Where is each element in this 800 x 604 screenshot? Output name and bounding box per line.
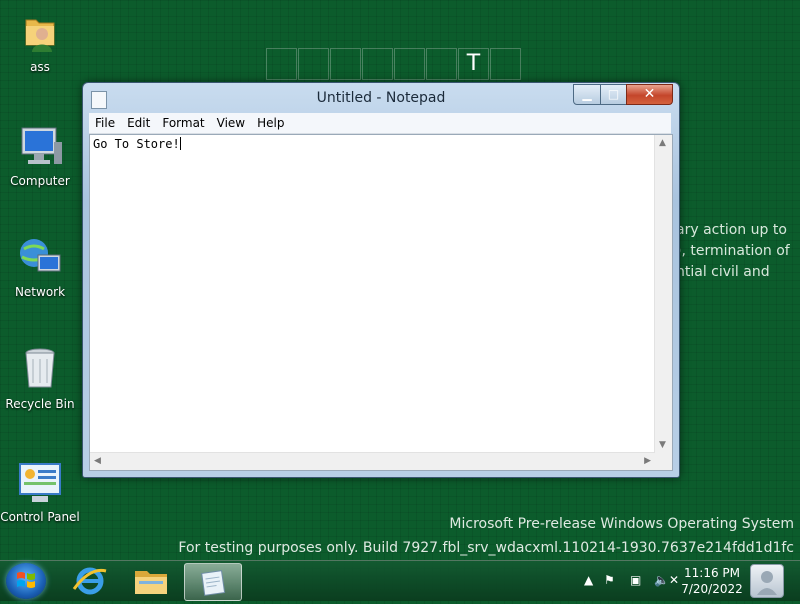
tile-letter: T — [458, 48, 489, 80]
desktop-icon-label: Control Panel — [0, 510, 80, 524]
system-clock[interactable]: 11:16 PM 7/20/2022 — [676, 565, 748, 597]
notepad-icon — [201, 570, 226, 596]
desktop-icon-control-panel[interactable]: Control Panel — [0, 458, 80, 524]
desktop-icon-user-folder[interactable]: ass — [0, 8, 80, 74]
network-status-icon[interactable]: ▣ — [630, 573, 641, 587]
vertical-scrollbar[interactable]: ▲ ▼ — [654, 135, 672, 453]
scroll-right-icon[interactable]: ▶ — [644, 456, 651, 466]
tile — [490, 48, 521, 80]
menu-view[interactable]: View — [211, 113, 251, 130]
desktop-icon-computer[interactable]: Computer — [0, 122, 80, 188]
user-icon — [757, 571, 777, 595]
internet-explorer-icon — [72, 567, 107, 595]
network-icon — [16, 233, 64, 281]
desktop-icon-label: Recycle Bin — [5, 397, 75, 411]
tile — [362, 48, 393, 80]
menu-bar: File Edit Format View Help — [89, 113, 671, 134]
background-text-line: ntial civil and — [676, 264, 770, 280]
background-text-line: ary action up to — [676, 222, 787, 238]
menu-file[interactable]: File — [89, 113, 121, 130]
desktop-icon-label: Computer — [10, 174, 70, 188]
notepad-window[interactable]: Untitled - Notepad ▁ □ ✕ File Edit Format V… — [82, 82, 680, 478]
background-text-line: ), termination of — [676, 243, 790, 259]
minimize-button[interactable]: ▁ — [573, 84, 601, 105]
explorer-taskbar-button[interactable] — [123, 563, 179, 599]
tile — [330, 48, 361, 80]
scroll-up-icon[interactable]: ▲ — [659, 138, 666, 148]
desktop-icon-label: Network — [14, 285, 66, 299]
watermark-line-1: Microsoft Pre-release Windows Operating … — [449, 516, 794, 532]
scroll-left-icon[interactable]: ◀ — [94, 456, 101, 466]
editor-content: Go To Store! — [93, 137, 180, 151]
folder-icon — [135, 571, 167, 594]
user-avatar[interactable] — [750, 564, 784, 598]
menu-edit[interactable]: Edit — [121, 113, 156, 130]
clock-time: 11:16 PM — [684, 566, 740, 580]
show-hidden-icons-icon[interactable]: ▲ — [584, 573, 593, 587]
notepad-taskbar-button[interactable] — [184, 563, 242, 601]
size-grip[interactable] — [655, 453, 672, 470]
tile — [426, 48, 457, 80]
taskbar: ▲ ⚑ ▣ 🔈✕ 11:16 PM 7/20/2022 — [0, 560, 800, 601]
close-icon: ✕ — [643, 86, 656, 102]
desktop-icon-recycle-bin[interactable]: Recycle Bin — [0, 345, 80, 411]
action-center-flag-icon[interactable]: ⚑ — [604, 573, 615, 587]
horizontal-scrollbar[interactable]: ◀ ▶ — [90, 452, 655, 470]
menu-format[interactable]: Format — [156, 113, 210, 130]
windows-logo-icon — [17, 572, 35, 588]
tile — [394, 48, 425, 80]
close-button[interactable]: ✕ — [626, 84, 673, 105]
menu-help[interactable]: Help — [251, 113, 290, 130]
maximize-button[interactable]: □ — [600, 84, 627, 105]
watermark-line-2: For testing purposes only. Build 7927.fb… — [178, 540, 794, 556]
computer-icon — [16, 122, 64, 170]
recycle-bin-icon — [16, 345, 64, 393]
user-folder-icon — [16, 8, 64, 56]
text-caret — [179, 137, 181, 150]
start-button[interactable] — [6, 563, 46, 599]
maximize-icon: □ — [607, 87, 620, 101]
internet-explorer-taskbar-button[interactable] — [62, 563, 118, 599]
tile — [266, 48, 297, 80]
scroll-down-icon[interactable]: ▼ — [659, 440, 666, 450]
clock-date: 7/20/2022 — [681, 582, 743, 596]
desktop-icon-network[interactable]: Network — [0, 233, 80, 299]
start-tiles-strip: T — [266, 48, 522, 80]
control-panel-icon — [16, 458, 64, 506]
desktop-icon-label: ass — [30, 60, 50, 74]
title-bar[interactable]: Untitled - Notepad ▁ □ ✕ — [83, 83, 679, 113]
minimize-icon: ▁ — [582, 87, 592, 101]
text-editor[interactable]: Go To Store! ▲ ▼ ◀ ▶ — [89, 134, 673, 471]
tile — [298, 48, 329, 80]
background-text: ary action up to ), termination of ntial… — [676, 220, 790, 283]
